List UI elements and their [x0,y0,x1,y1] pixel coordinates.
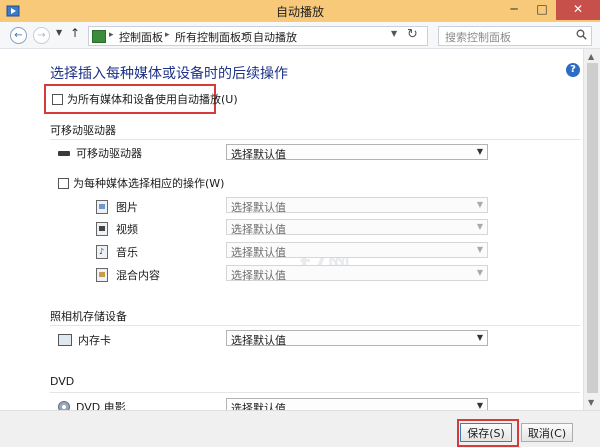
breadcrumb-separator-icon[interactable]: ▸ [165,30,170,40]
media-select-video[interactable]: 选择默认值 ▼ [226,219,488,236]
maximize-button[interactable]: □ [529,0,555,20]
chevron-down-icon: ▼ [476,147,483,156]
use-autoplay-all-checkbox[interactable]: 为所有媒体和设备使用自动播放(U) [52,91,238,107]
section-title-dvd: DVD [50,375,75,388]
media-select-mixed[interactable]: 选择默认值 ▼ [226,265,488,282]
music-icon: ♪ [96,245,108,259]
video-icon [96,222,108,236]
checkbox-box[interactable] [58,177,69,189]
back-arrow-icon[interactable]: ← [10,27,27,44]
media-value-mixed: 选择默认值 [231,269,286,282]
dvd-movie-select[interactable]: 选择默认值 ▼ [226,398,488,410]
title-bar: 自动播放 ─ □ ✕ [0,0,600,23]
control-panel-icon [92,30,106,43]
breadcrumb-separator-icon[interactable]: ▸ [109,30,114,40]
removable-drive-select[interactable]: 选择默认值 ▼ [226,144,488,161]
scroll-down-icon[interactable]: ▼ [588,398,594,407]
breadcrumb[interactable]: ▸ 控制面板 ▸ 所有控制面板项 ▸ 自动播放 ▼ ↻ [88,26,428,46]
chevron-down-icon: ▼ [476,200,483,209]
dvd-movie-row: DVD 电影 [58,399,126,410]
chevron-down-icon: ▼ [476,333,483,342]
search-icon[interactable] [576,29,587,40]
close-button[interactable]: ✕ [556,0,600,20]
breadcrumb-item-autoplay[interactable]: 自动播放 [253,29,297,45]
media-value-video: 选择默认值 [231,223,286,236]
section-title-removable: 可移动驱动器 [50,124,116,137]
memory-card-select[interactable]: 选择默认值 ▼ [226,330,488,347]
page-title: 选择插入每种媒体或设备时的后续操作 [50,66,288,82]
checkbox-box[interactable] [52,93,63,105]
media-row-music: ♪ 音乐 [96,244,138,260]
refresh-icon[interactable]: ↻ [407,27,418,42]
mixed-content-icon [96,268,108,282]
scrollbar-thumb[interactable] [587,63,598,393]
picture-icon [96,200,108,214]
main-content: 选择插入每种媒体或设备时的后续操作 ? 为所有媒体和设备使用自动播放(U) t7… [0,49,583,410]
media-select-music[interactable]: 选择默认值 ▼ [226,242,488,259]
memory-card-label: 内存卡 [78,334,111,347]
chevron-down-icon[interactable]: ▼ [391,29,397,38]
search-input[interactable]: 搜索控制面板 [438,26,592,46]
media-value-picture: 选择默认值 [231,201,286,214]
chevron-down-icon: ▼ [476,268,483,277]
memory-card-icon [58,334,72,346]
dvd-movie-label: DVD 电影 [76,401,126,410]
vertical-scrollbar[interactable]: ▲ ▼ [583,49,600,410]
highlight-box [457,419,519,447]
media-select-picture[interactable]: 选择默认值 ▼ [226,197,488,214]
search-placeholder: 搜索控制面板 [445,31,511,44]
cancel-button[interactable]: 取消(C) [521,423,573,442]
media-row-mixed: 混合内容 [96,267,160,283]
media-label-video: 视频 [116,223,138,236]
media-value-music: 选择默认值 [231,246,286,259]
use-autoplay-all-label: 为所有媒体和设备使用自动播放(U) [67,93,238,106]
memory-card-value: 选择默认值 [231,334,286,347]
per-media-label: 为每种媒体选择相应的操作(W) [73,177,225,190]
dvd-disc-icon [58,401,70,410]
section-title-camera: 照相机存储设备 [50,310,127,323]
up-arrow-icon[interactable]: ↑ [70,26,80,40]
chevron-down-icon: ▼ [476,401,483,410]
media-label-music: 音乐 [116,246,138,259]
forward-arrow-icon[interactable]: → [33,27,50,44]
media-label-mixed: 混合内容 [116,269,160,282]
breadcrumb-item-control-panel[interactable]: 控制面板 [119,29,163,45]
breadcrumb-separator-icon[interactable]: ▸ [243,30,248,40]
scroll-up-icon[interactable]: ▲ [588,52,594,61]
section-divider [50,139,580,140]
chevron-down-icon: ▼ [476,222,483,231]
minimize-button[interactable]: ─ [500,0,528,20]
media-row-picture: 图片 [96,199,138,215]
removable-drive-label: 可移动驱动器 [76,147,142,160]
section-divider [50,392,580,393]
media-row-video: 视频 [96,221,138,237]
address-bar: ← → ▼ ↑ ▸ 控制面板 ▸ 所有控制面板项 ▸ 自动播放 ▼ ↻ 搜索控制… [0,22,600,49]
section-divider [50,325,580,326]
per-media-checkbox[interactable]: 为每种媒体选择相应的操作(W) [58,175,224,191]
removable-drive-icon [58,150,70,156]
memory-card-row: 内存卡 [58,332,111,348]
dvd-movie-value: 选择默认值 [231,402,286,410]
removable-drive-value: 选择默认值 [231,148,286,161]
recent-locations-chevron-icon[interactable]: ▼ [56,28,62,37]
help-icon[interactable]: ? [566,63,580,77]
removable-drive-row: 可移动驱动器 [58,145,142,161]
media-label-picture: 图片 [116,201,138,214]
breadcrumb-item-all-items[interactable]: 所有控制面板项 [175,29,252,45]
chevron-down-icon: ▼ [476,245,483,254]
